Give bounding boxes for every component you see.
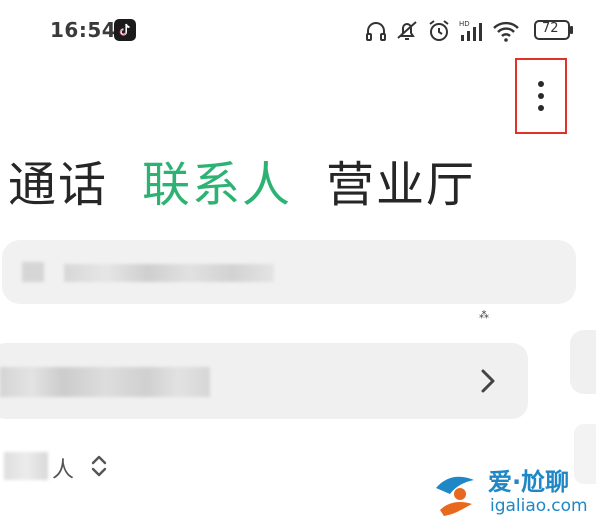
mute-icon xyxy=(397,21,417,40)
status-bar: 16:54 HD 72 xyxy=(0,0,596,62)
tiktok-app-icon xyxy=(114,19,136,41)
search-placeholder xyxy=(64,264,274,282)
watermark-url: igaliao.com xyxy=(490,496,588,516)
more-options-button[interactable] xyxy=(515,58,567,134)
sort-toggle-icon[interactable] xyxy=(88,452,110,480)
status-icons: HD xyxy=(364,16,520,46)
watermark-title: 爱·尬聊 xyxy=(488,468,570,496)
tab-calls[interactable]: 通话 xyxy=(8,150,108,220)
status-time: 16:54 xyxy=(50,18,117,42)
search-bar[interactable] xyxy=(2,240,576,304)
svg-text:HD: HD xyxy=(459,20,470,28)
hd-signal-icon: HD xyxy=(459,20,482,41)
watermark-logo-icon xyxy=(436,476,474,516)
contact-entry-card[interactable] xyxy=(0,343,528,419)
sort-label: 人 xyxy=(52,458,75,483)
wifi-icon xyxy=(493,21,519,42)
tab-bar: 通话 联系人 营业厅 xyxy=(8,150,476,220)
chevron-right-icon xyxy=(481,369,495,393)
battery-level: 72 xyxy=(542,21,559,36)
watermark: 爱·尬聊 igaliao.com xyxy=(430,460,590,526)
sort-prefix xyxy=(4,452,48,480)
tab-contacts[interactable]: 联系人 xyxy=(142,150,292,220)
vertical-ellipsis-icon xyxy=(538,81,544,111)
battery-icon: 72 xyxy=(534,20,574,40)
tab-service-hall[interactable]: 营业厅 xyxy=(326,150,476,220)
alarm-icon xyxy=(429,20,449,41)
entry-label xyxy=(0,367,210,397)
headphones-icon xyxy=(366,22,386,41)
misc-mark: ⁂ xyxy=(479,310,489,321)
side-card xyxy=(570,330,596,394)
search-icon xyxy=(22,262,44,282)
